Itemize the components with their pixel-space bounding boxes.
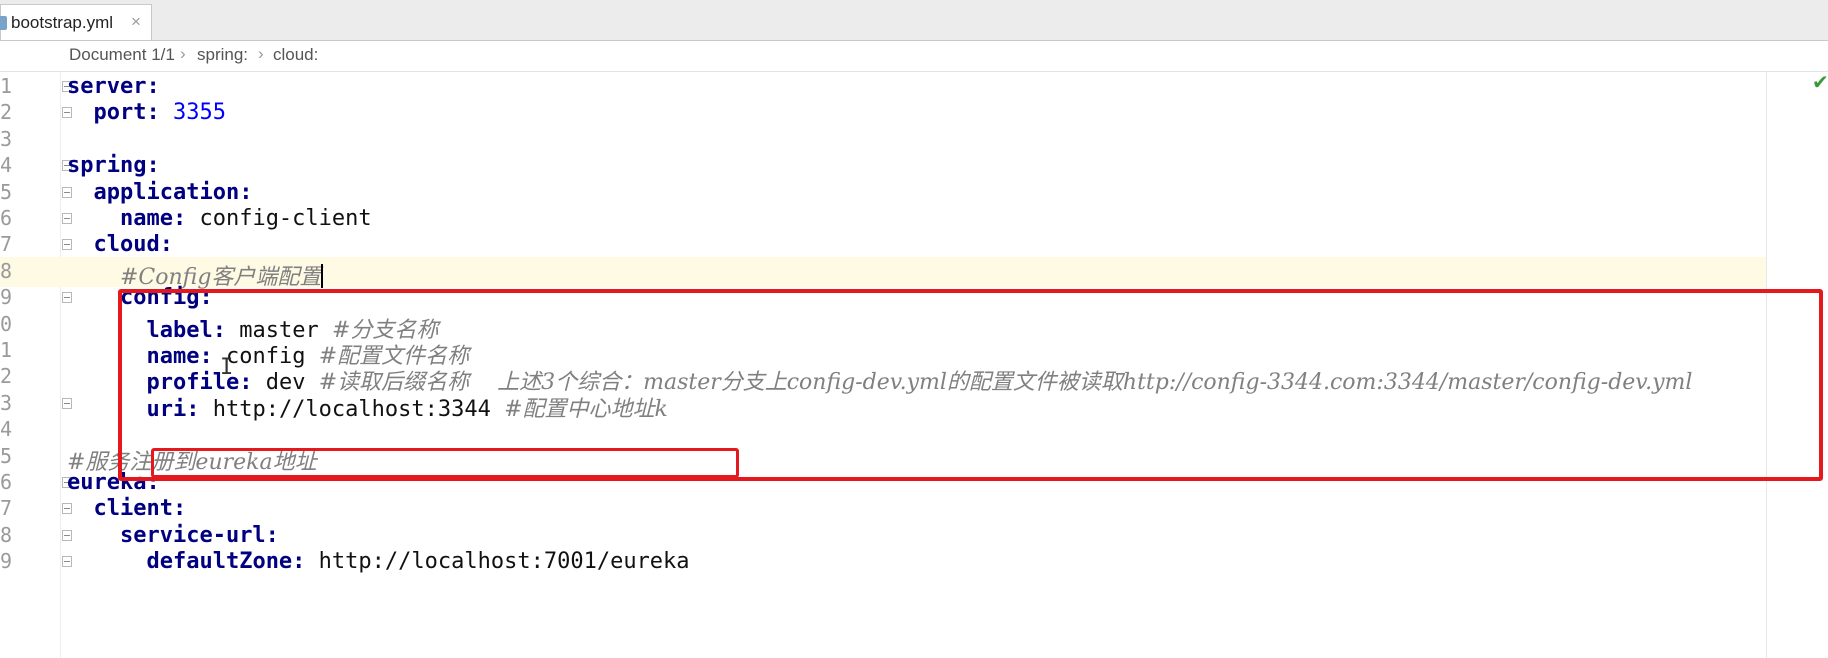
breadcrumb: Document 1/1 › spring: › cloud:: [0, 41, 1828, 72]
line-number: 5: [0, 179, 13, 204]
line-number: 2: [0, 100, 13, 125]
mouse-ibeam-cursor-icon: I: [220, 355, 234, 380]
yaml-key: server:: [67, 74, 160, 99]
yaml-value: [67, 496, 94, 521]
tab-label: bootstrap.yml: [11, 13, 114, 32]
yaml-value: http://localhost:7001/eureka: [305, 549, 690, 575]
code-text: service-url:: [67, 523, 279, 548]
yaml-value: [160, 100, 173, 125]
yaml-number: 3355: [172, 100, 226, 126]
breadcrumb-cloud[interactable]: cloud:: [273, 45, 318, 65]
yaml-key: client:: [93, 496, 187, 522]
tab-close-icon[interactable]: ×: [131, 12, 141, 32]
line-number: 3: [0, 390, 13, 415]
line-number: 7: [0, 232, 13, 257]
editor-tab-bar: bootstrap.yml ×: [0, 0, 1828, 41]
code-line[interactable]: 9 defaultZone: http://localhost:7001/eur…: [0, 547, 1828, 577]
yaml-file-icon: [0, 16, 7, 30]
line-number: 8: [0, 258, 13, 283]
yaml-value: [67, 232, 94, 257]
yaml-key: application:: [93, 179, 253, 205]
inspection-ok-icon: ✔: [1812, 70, 1828, 94]
line-number: 3: [0, 126, 13, 151]
line-number: 4: [0, 153, 13, 178]
line-number: 7: [0, 496, 13, 521]
line-number: 9: [0, 285, 13, 310]
line-number: 2: [0, 364, 13, 389]
code-text: port: 3355: [67, 100, 226, 125]
code-text: spring:: [67, 153, 160, 178]
yaml-key: name:: [119, 206, 187, 231]
yaml-key: service-url:: [119, 522, 279, 548]
line-number: 6: [0, 470, 13, 494]
yaml-value: [67, 549, 146, 574]
code-text: application:: [67, 179, 253, 205]
yaml-value: [67, 523, 120, 548]
breadcrumb-spring[interactable]: spring:: [197, 45, 248, 65]
breadcrumb-document[interactable]: Document 1/1: [69, 45, 175, 65]
code-text: defaultZone: http://localhost:7001/eurek…: [67, 549, 690, 575]
yaml-value: [67, 206, 120, 231]
yaml-key: port:: [93, 100, 160, 126]
line-number: 4: [0, 417, 13, 442]
yaml-value: config-client: [186, 206, 372, 231]
line-number: 0: [0, 311, 13, 336]
yaml-value: [67, 100, 94, 125]
yaml-value: [67, 285, 120, 310]
code-text: cloud:: [67, 232, 173, 257]
line-number: 9: [0, 549, 13, 574]
code-text: server:: [67, 74, 160, 99]
code-text: name: config-client: [67, 206, 372, 231]
line-number: 1: [0, 338, 13, 362]
line-number: 1: [0, 74, 13, 98]
line-number: 8: [0, 522, 13, 547]
line-number: 6: [0, 206, 13, 230]
tab-bootstrap-yml[interactable]: bootstrap.yml ×: [0, 4, 152, 40]
breadcrumb-separator-icon: ›: [258, 44, 264, 63]
code-text: client:: [67, 496, 187, 522]
yaml-key: defaultZone:: [146, 549, 306, 575]
yaml-key: spring:: [67, 153, 160, 179]
yaml-value: [67, 180, 94, 205]
breadcrumb-separator-icon: ›: [180, 44, 186, 63]
line-number: 5: [0, 443, 13, 468]
highlight-box-uri-line: [151, 448, 739, 478]
yaml-key: cloud:: [93, 232, 173, 258]
